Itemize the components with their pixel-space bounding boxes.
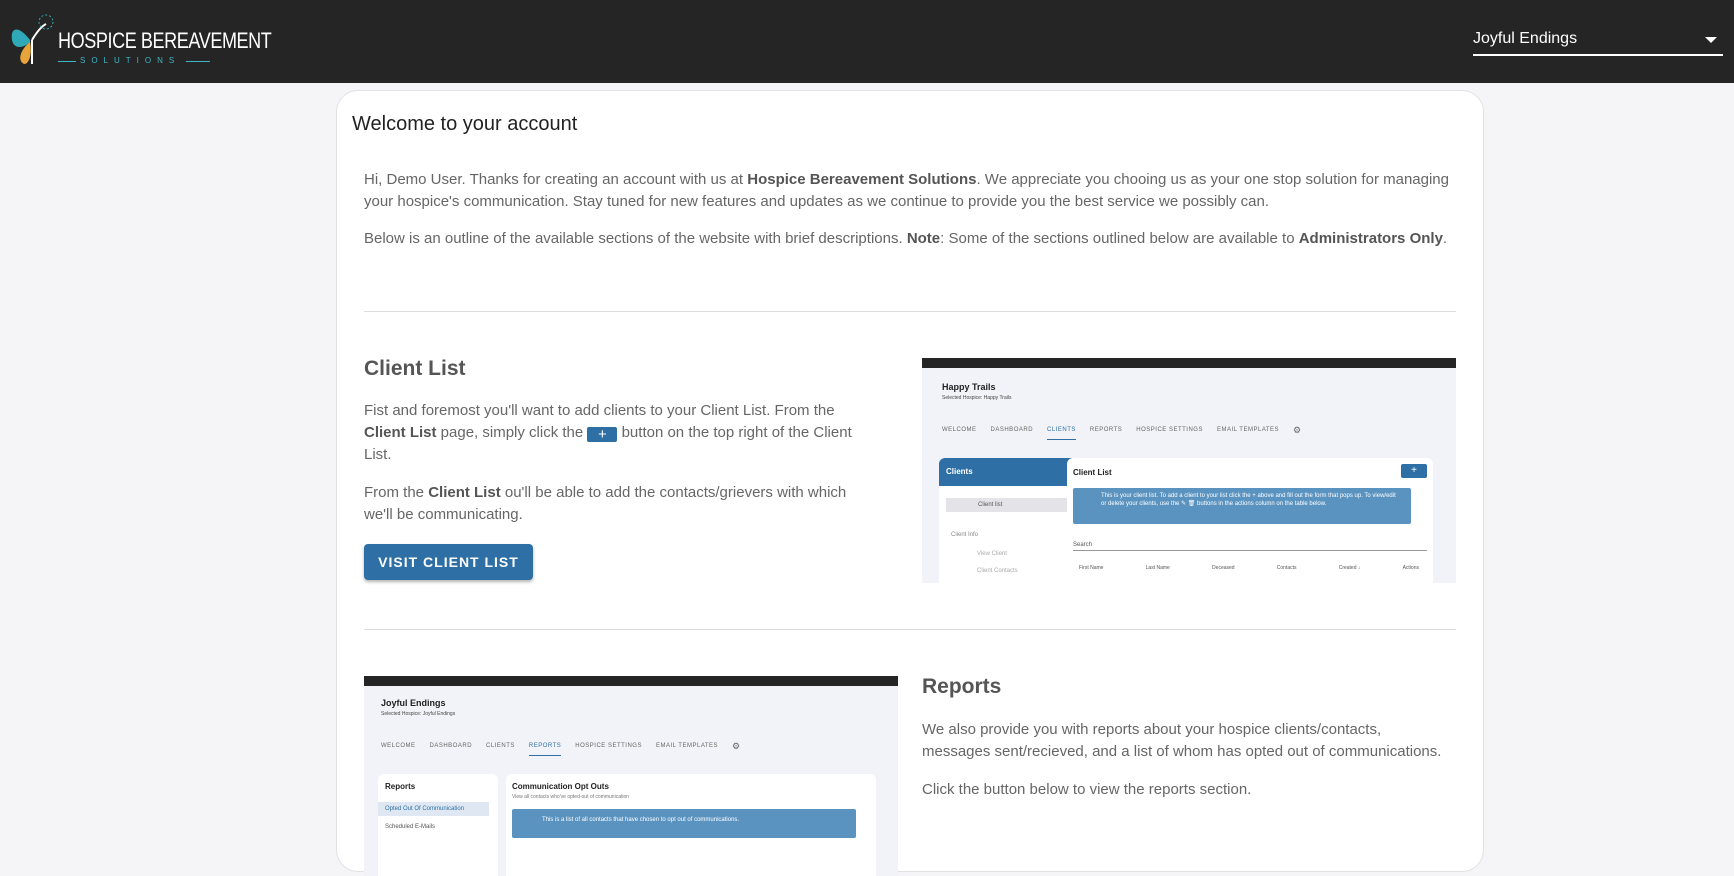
preview-selected-hospice: Selected Hospice: Happy Trails: [942, 395, 1012, 401]
preview-tab: DASHBOARD: [429, 743, 473, 749]
logo-rule-left: [58, 61, 76, 62]
preview-tab-active: CLIENTS: [1047, 427, 1076, 440]
preview-info-banner: This is your client list. To add a clien…: [1073, 488, 1411, 524]
preview-side-sub: View Client: [977, 551, 1007, 557]
preview-tab: WELCOME: [381, 743, 416, 749]
intro-paragraph-2: Below is an outline of the available sec…: [364, 230, 1448, 247]
preview-top-bar: [922, 358, 1456, 368]
plus-icon: +: [587, 427, 618, 442]
preview-top-bar: [364, 676, 898, 686]
preview-tab: EMAIL TEMPLATES: [1216, 427, 1280, 433]
reports-paragraph-2: Click the button below to view the repor…: [922, 781, 1252, 798]
preview-tab-active: REPORTS: [528, 743, 562, 756]
visit-client-list-button[interactable]: VISIT CLIENT LIST: [364, 544, 533, 580]
preview-panel-title: Communication Opt Outs: [512, 782, 609, 791]
preview-hospice-name: Happy Trails: [942, 382, 996, 392]
preview-panel-title: Client List: [1073, 468, 1112, 477]
preview-tab: REPORTS: [1089, 427, 1123, 433]
section-divider: [364, 311, 1456, 312]
preview-tabs: WELCOME DASHBOARD CLIENTS REPORTS HOSPIC…: [381, 741, 741, 756]
logo-subtitle: SOLUTIONS: [80, 56, 181, 65]
top-app-bar: HOSPICE BEREAVEMENT SOLUTIONS Joyful End…: [0, 0, 1734, 83]
preview-main-panel: Client List + This is your client list. …: [1067, 458, 1433, 583]
preview-selected-hospice: Selected Hospice: Joyful Endings: [381, 711, 456, 717]
client-list-paragraph-1: Fist and foremost you'll want to add cli…: [364, 402, 852, 463]
section-divider: [364, 629, 1456, 630]
preview-side-panel: Clients Client list Client Info View Cli…: [939, 458, 1085, 583]
preview-table-header: First Name Last Name Deceased Contacts Creat…: [1079, 565, 1419, 571]
preview-tab: CLIENTS: [486, 743, 515, 749]
logo-rule-right: [186, 61, 210, 62]
preview-panel-subtitle: View all contacts who've opted-out of co…: [512, 794, 630, 800]
preview-side-panel: Reports Opted Out Of Communication Sched…: [378, 774, 498, 876]
reports-preview-image: Joyful Endings Selected Hospice: Joyful …: [364, 676, 898, 876]
intro-text: Hi, Demo User. Thanks for creating an ac…: [364, 169, 1464, 265]
client-list-title: Client List: [364, 357, 466, 380]
caret-down-icon: [1705, 37, 1717, 43]
preview-side-item-active: Opted Out Of Communication: [378, 802, 489, 816]
hospice-select-value: Joyful Endings: [1473, 30, 1578, 47]
preview-side-section: Client Info: [951, 532, 979, 538]
preview-side-item: Scheduled E-Mails: [385, 824, 436, 830]
reports-description: We also provide you with reports about y…: [922, 719, 1442, 817]
preview-search: Search: [1073, 542, 1427, 551]
client-list-paragraph-2: From the Client List ou'll be able to ad…: [364, 484, 847, 523]
preview-side-title: Reports: [385, 782, 416, 791]
preview-tab: HOSPICE SETTINGS: [575, 743, 642, 749]
preview-info-banner: This is a list of all contacts that have…: [512, 809, 856, 838]
preview-tab: EMAIL TEMPLATES: [655, 743, 719, 749]
client-list-preview-image: Happy Trails Selected Hospice: Happy Tra…: [922, 358, 1456, 583]
preview-tab: DASHBOARD: [990, 427, 1034, 433]
hospice-bereavement-logo[interactable]: HOSPICE BEREAVEMENT SOLUTIONS: [8, 10, 272, 68]
preview-side-header: Clients: [939, 458, 1085, 486]
preview-tab: WELCOME: [942, 427, 977, 433]
preview-gear-icon: ⚙: [1293, 425, 1302, 435]
preview-side-sub: Client Contacts: [977, 568, 1018, 574]
preview-side-item: Client list: [946, 498, 1078, 512]
reports-paragraph-1: We also provide you with reports about y…: [922, 721, 1442, 760]
preview-main-panel: Communication Opt Outs View all contacts…: [506, 774, 876, 876]
preview-gear-icon: ⚙: [732, 741, 741, 751]
intro-paragraph-1: Hi, Demo User. Thanks for creating an ac…: [364, 171, 1449, 210]
hospice-select[interactable]: Joyful Endings: [1473, 26, 1723, 56]
preview-tabs: WELCOME DASHBOARD CLIENTS REPORTS HOSPIC…: [942, 425, 1302, 440]
butterfly-icon: [11, 14, 54, 64]
welcome-card: Welcome to your account Hi, Demo User. T…: [336, 90, 1484, 876]
page-title: Welcome to your account: [352, 113, 578, 135]
reports-title: Reports: [922, 675, 1002, 698]
logo-title: HOSPICE BEREAVEMENT: [58, 28, 272, 53]
preview-add-icon: +: [1401, 464, 1427, 478]
client-list-description: Fist and foremost you'll want to add cli…: [364, 400, 874, 542]
preview-hospice-name: Joyful Endings: [381, 698, 446, 708]
preview-tab: HOSPICE SETTINGS: [1136, 427, 1203, 433]
